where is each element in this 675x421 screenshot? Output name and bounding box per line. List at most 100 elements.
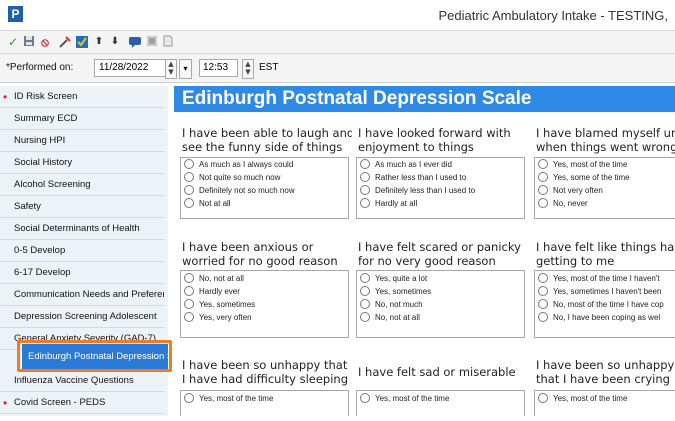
radio-option[interactable]: Not quite so much now: [184, 172, 280, 186]
sidebar-item-covid-screen[interactable]: • Covid Screen - PEDS: [0, 392, 164, 414]
radio-icon[interactable]: [538, 273, 548, 283]
radio-icon[interactable]: [360, 172, 370, 182]
radio-option[interactable]: No, not much: [360, 299, 423, 313]
radio-icon[interactable]: [538, 198, 548, 208]
radio-icon[interactable]: [538, 159, 548, 169]
radio-option[interactable]: As much as I always could: [184, 159, 293, 173]
question-line: I have been so unhappy that: [182, 358, 348, 372]
radio-option[interactable]: Yes, most of the time: [360, 393, 449, 407]
radio-icon[interactable]: [184, 172, 194, 182]
radio-icon[interactable]: [184, 198, 194, 208]
radio-icon[interactable]: [538, 312, 548, 322]
radio-icon[interactable]: [538, 185, 548, 195]
option-label: Yes, most of the time I haven't: [553, 274, 660, 283]
radio-option[interactable]: No, I have been coping as wel: [538, 312, 660, 326]
check-icon[interactable]: ✓: [6, 35, 20, 49]
radio-icon[interactable]: [360, 286, 370, 296]
chat-icon[interactable]: [128, 35, 142, 49]
sidebar-item-depression-screening[interactable]: Depression Screening Adolescent: [0, 306, 164, 328]
sidebar-item-influenza-vaccine[interactable]: Influenza Vaccine Questions: [0, 370, 164, 392]
up-arrow-icon[interactable]: ⬆: [92, 35, 106, 49]
performed-time-field[interactable]: 12:53: [199, 59, 238, 77]
option-label: Yes, quite a lot: [375, 274, 428, 283]
sidebar-item-alcohol-screening[interactable]: Alcohol Screening: [0, 174, 164, 196]
option-label: No, I have been coping as wel: [553, 313, 661, 322]
sidebar-item-6-17-develop[interactable]: 6-17 Develop: [0, 262, 164, 284]
sidebar-item-label: Social Determinants of Health: [14, 223, 140, 234]
sidebar-item-id-risk-screen[interactable]: • ID Risk Screen: [0, 86, 164, 108]
question-line: I have felt sad or miserable: [358, 365, 516, 379]
radio-option[interactable]: Yes, quite a lot: [360, 273, 427, 287]
save-icon[interactable]: [22, 35, 36, 49]
sidebar-item-communication-needs[interactable]: Communication Needs and Preference: [0, 284, 164, 306]
radio-icon[interactable]: [184, 273, 194, 283]
radio-icon[interactable]: [184, 159, 194, 169]
radio-icon[interactable]: [538, 286, 548, 296]
radio-option[interactable]: Not very often: [538, 185, 603, 199]
option-label: Yes, most of the time: [375, 394, 450, 403]
performed-date-field[interactable]: 11/28/2022: [94, 59, 166, 77]
option-label: Yes, sometimes: [199, 300, 256, 309]
app-window: P Pediatric Ambulatory Intake - TESTING,…: [0, 0, 675, 421]
radio-icon[interactable]: [538, 299, 548, 309]
radio-option[interactable]: Yes, most of the time: [538, 393, 627, 407]
list-icon[interactable]: [145, 35, 159, 49]
option-label: Yes, sometimes I haven't been: [553, 287, 662, 296]
question-options-box: As much as I always could Not quite so m…: [180, 157, 349, 219]
radio-option[interactable]: Yes, sometimes: [184, 299, 255, 313]
down-arrow-icon[interactable]: ⬇: [108, 35, 122, 49]
question-options-box: Yes, most of the time: [534, 390, 675, 416]
radio-icon[interactable]: [184, 312, 194, 322]
cancel-icon[interactable]: ⦸: [38, 35, 52, 49]
radio-option[interactable]: Yes, most of the time I haven't: [538, 273, 660, 287]
sidebar-item-summary-ecd[interactable]: Summary ECD: [0, 108, 164, 130]
radio-option[interactable]: Yes, very often: [184, 312, 252, 326]
radio-option[interactable]: No, not at all: [184, 273, 244, 287]
radio-option[interactable]: No, never: [538, 198, 588, 212]
sidebar-item-nursing-hpi[interactable]: Nursing HPI: [0, 130, 164, 152]
radio-option[interactable]: Yes, most of the time: [184, 393, 273, 407]
radio-icon[interactable]: [538, 172, 548, 182]
option-label: No, not much: [375, 300, 423, 309]
document-icon[interactable]: [161, 35, 175, 49]
form-icon[interactable]: [75, 35, 89, 49]
sidebar-item-social-determinants[interactable]: Social Determinants of Health: [0, 218, 164, 240]
sidebar-item-0-5-develop[interactable]: 0-5 Develop: [0, 240, 164, 262]
radio-option[interactable]: Yes, sometimes I haven't been: [538, 286, 661, 300]
radio-icon[interactable]: [360, 159, 370, 169]
question-options-box: Yes, most of the time Yes, some of the t…: [534, 157, 675, 219]
radio-option[interactable]: Yes, most of the time: [538, 159, 627, 173]
radio-icon[interactable]: [360, 312, 370, 322]
time-spinner-icon[interactable]: ▲ ▼: [242, 59, 254, 79]
radio-option[interactable]: As much as I ever did: [360, 159, 452, 173]
sidebar-item-label: Social History: [14, 157, 73, 168]
radio-icon[interactable]: [184, 299, 194, 309]
radio-icon[interactable]: [360, 185, 370, 195]
radio-option[interactable]: Definitely not so much now: [184, 185, 295, 199]
radio-icon[interactable]: [184, 393, 194, 403]
tool-icon[interactable]: [58, 35, 72, 49]
radio-option[interactable]: Hardly ever: [184, 286, 240, 300]
radio-option[interactable]: Rather less than I used to: [360, 172, 466, 186]
radio-icon[interactable]: [184, 185, 194, 195]
radio-option[interactable]: Yes, sometimes: [360, 286, 431, 300]
date-dropdown-icon[interactable]: ▾: [179, 59, 192, 79]
date-spinner-icon[interactable]: ▲ ▼: [165, 59, 177, 79]
option-label: No, not at all: [199, 274, 244, 283]
radio-icon[interactable]: [360, 273, 370, 283]
radio-option[interactable]: Hardly at all: [360, 198, 417, 212]
radio-icon[interactable]: [360, 299, 370, 309]
radio-icon[interactable]: [184, 286, 194, 296]
sidebar-item-social-history[interactable]: Social History: [0, 152, 164, 174]
radio-icon[interactable]: [360, 393, 370, 403]
radio-option[interactable]: Not at all: [184, 198, 231, 212]
question-title: I have been anxious or worried for no goo…: [182, 240, 352, 268]
radio-option[interactable]: No, most of the time I have cop: [538, 299, 664, 313]
radio-option[interactable]: No, not at all: [360, 312, 420, 326]
sidebar-item-safety[interactable]: Safety: [0, 196, 164, 218]
radio-option[interactable]: Definitely less than I used to: [360, 185, 475, 199]
radio-icon[interactable]: [360, 198, 370, 208]
radio-icon[interactable]: [538, 393, 548, 403]
question-line: I have felt like things hav: [536, 240, 675, 254]
radio-option[interactable]: Yes, some of the time: [538, 172, 630, 186]
